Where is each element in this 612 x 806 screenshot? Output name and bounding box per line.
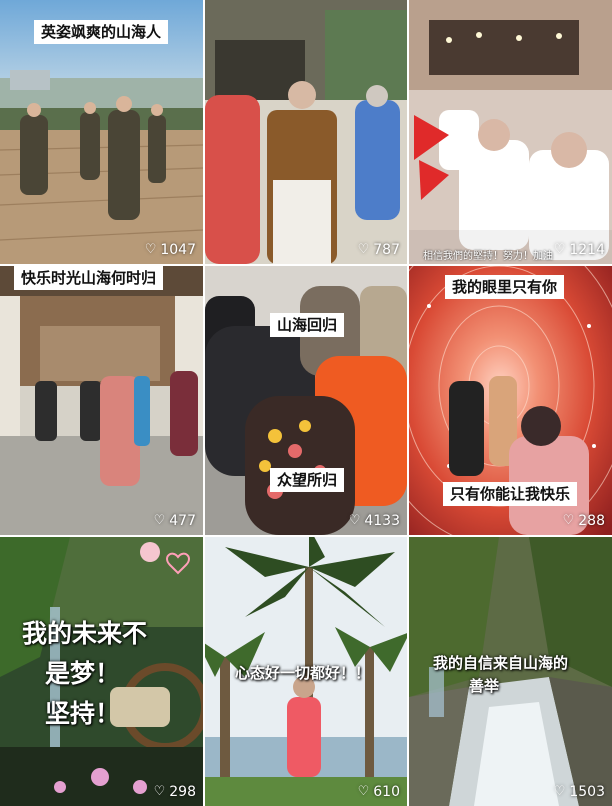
video-caption-secondary: 只有你能让我快乐 xyxy=(443,482,578,506)
like-count: ♡ 1047 xyxy=(144,242,196,258)
heart-outline-icon: ♡ xyxy=(153,784,166,799)
video-tile-8[interactable]: 心态好一切都好！！ ♡ 610 xyxy=(205,537,407,806)
like-count: ♡ 288 xyxy=(562,513,605,529)
like-count: ♡ 787 xyxy=(357,242,400,258)
heart-outline-icon: ♡ xyxy=(553,242,566,257)
heart-outline-icon: ♡ xyxy=(144,242,157,257)
heart-outline-icon: ♡ xyxy=(153,513,166,528)
video-subtitle: 相信我們的堅持！努力！加油 xyxy=(423,251,553,262)
video-tile-5[interactable]: 山海回归 众望所归 ♡ 4133 xyxy=(205,266,407,535)
video-tile-4[interactable]: 快乐时光山海何时归 ♡ 477 xyxy=(0,266,203,535)
like-count: ♡ 1214 xyxy=(553,242,605,258)
video-caption-line-1: 我的自信来自山海的 xyxy=(433,654,569,672)
video-caption-line-1: 我的未来不 xyxy=(22,619,148,648)
like-count: ♡ 1503 xyxy=(553,784,605,800)
video-thumbnail xyxy=(205,0,407,264)
video-caption-line-3: 坚持！ xyxy=(45,699,121,728)
video-thumbnail xyxy=(409,0,612,264)
video-caption-secondary: 众望所归 xyxy=(270,468,345,492)
video-caption: 英姿飒爽的山海人 xyxy=(34,20,169,44)
like-count: ♡ 610 xyxy=(357,784,400,800)
heart-outline-icon: ♡ xyxy=(357,242,370,257)
video-thumbnail xyxy=(205,266,407,535)
video-caption-line-2: 善举 xyxy=(469,677,500,695)
video-tile-2[interactable]: ♡ 787 xyxy=(205,0,407,264)
like-count: ♡ 477 xyxy=(153,513,196,529)
video-caption-line-2: 是梦！ xyxy=(45,659,121,688)
heart-outline-icon: ♡ xyxy=(553,784,566,799)
heart-outline-icon: ♡ xyxy=(357,784,370,799)
video-caption: 我的眼里只有你 xyxy=(445,275,565,299)
video-caption: 快乐时光山海何时归 xyxy=(14,266,164,290)
video-tile-1[interactable]: 英姿飒爽的山海人 ♡ 1047 xyxy=(0,0,203,264)
video-tile-7[interactable]: 我的未来不 是梦！ 坚持！ ♡ 298 xyxy=(0,537,203,806)
video-caption: 心态好一切都好！！ xyxy=(235,664,371,682)
video-grid: 英姿飒爽的山海人 ♡ 1047 ♡ 787 相信我們的堅持！努力！加油 ♡ 12… xyxy=(0,0,612,806)
video-tile-9[interactable]: 我的自信来自山海的 善举 ♡ 1503 xyxy=(409,537,612,806)
like-count: ♡ 298 xyxy=(153,784,196,800)
video-tile-6[interactable]: 我的眼里只有你 只有你能让我快乐 ♡ 288 xyxy=(409,266,612,535)
video-caption: 山海回归 xyxy=(270,313,345,337)
heart-outline-icon: ♡ xyxy=(348,513,361,528)
heart-outline-icon: ♡ xyxy=(562,513,575,528)
like-count: ♡ 4133 xyxy=(348,513,400,529)
video-thumbnail xyxy=(0,266,203,535)
video-tile-3[interactable]: 相信我們的堅持！努力！加油 ♡ 1214 xyxy=(409,0,612,264)
